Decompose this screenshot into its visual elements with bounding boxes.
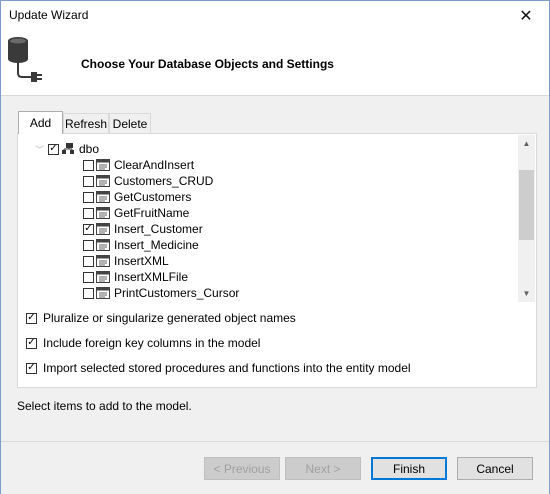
pluralize-label: Pluralize or singularize generated objec… xyxy=(43,311,296,325)
tree-item[interactable]: ClearAndInsert xyxy=(83,157,194,173)
stored-procedure-icon xyxy=(96,159,110,171)
item-checkbox[interactable] xyxy=(83,159,94,171)
tree-item[interactable]: ✓ Insert_Customer xyxy=(83,221,203,237)
previous-button[interactable]: < Previous xyxy=(204,457,280,480)
close-button[interactable]: ✕ xyxy=(503,1,549,31)
item-checkbox[interactable] xyxy=(83,175,94,187)
tree-item[interactable]: GetFruitName xyxy=(83,205,189,221)
object-tree: ﹀ ✓ dbo ClearAndInsert Customers_CRUD Ge… xyxy=(19,135,518,304)
stored-procedure-icon xyxy=(96,271,110,283)
tab-refresh[interactable]: Refresh xyxy=(63,113,109,133)
root-checkbox[interactable]: ✓ xyxy=(48,143,59,155)
title-bar: Update Wizard ✕ xyxy=(1,1,549,31)
finish-button[interactable]: Finish xyxy=(371,457,447,480)
tree-item[interactable]: InsertXML xyxy=(83,253,169,269)
foreign-key-checkbox[interactable]: ✓ xyxy=(26,337,37,349)
tree-item-label: InsertXMLFile xyxy=(114,270,189,284)
tree-item-label: Insert_Customer xyxy=(114,222,203,236)
stored-procedure-icon xyxy=(96,223,110,235)
import-procedures-label: Import selected stored procedures and fu… xyxy=(43,361,411,375)
foreign-key-option[interactable]: ✓ Include foreign key columns in the mod… xyxy=(26,334,260,352)
import-procedures-checkbox[interactable]: ✓ xyxy=(26,362,37,374)
tree-item-label: Customers_CRUD xyxy=(114,174,214,188)
pluralize-checkbox[interactable]: ✓ xyxy=(26,312,37,324)
stored-procedure-icon xyxy=(96,207,110,219)
tab-delete[interactable]: Delete xyxy=(109,113,151,133)
scroll-up-arrow-icon[interactable]: ▲ xyxy=(518,135,535,152)
tree-item[interactable]: GetCustomers xyxy=(83,189,191,205)
tab-add[interactable]: Add xyxy=(18,111,63,134)
tree-item-label: Insert_Medicine xyxy=(114,238,199,252)
stored-procedure-icon xyxy=(96,287,110,299)
page-title: Choose Your Database Objects and Setting… xyxy=(81,57,334,71)
tree-item-label: InsertXML xyxy=(114,254,169,268)
tree-item-label: GetFruitName xyxy=(114,206,190,220)
stored-procedure-icon xyxy=(96,191,110,203)
tree-root-label: dbo xyxy=(79,142,100,156)
schema-icon xyxy=(62,143,74,154)
item-checkbox[interactable] xyxy=(83,207,94,219)
import-procedures-option[interactable]: ✓ Import selected stored procedures and … xyxy=(26,359,411,377)
stored-procedure-icon xyxy=(96,239,110,251)
pluralize-option[interactable]: ✓ Pluralize or singularize generated obj… xyxy=(26,309,296,327)
item-checkbox[interactable] xyxy=(83,287,94,299)
scrollbar-thumb[interactable] xyxy=(519,170,534,240)
collapse-chevron-icon[interactable]: ﹀ xyxy=(35,143,44,156)
wizard-header: Choose Your Database Objects and Setting… xyxy=(1,31,549,95)
tree-item[interactable]: PrintCustomers_Cursor xyxy=(83,285,239,301)
wizard-footer: < Previous Next > Finish Cancel xyxy=(1,441,549,494)
scroll-down-arrow-icon[interactable]: ▼ xyxy=(518,285,535,302)
database-plug-icon xyxy=(8,37,42,82)
tree-item-label: PrintCustomers_Cursor xyxy=(114,286,240,300)
tree-item[interactable]: Insert_Medicine xyxy=(83,237,199,253)
tree-item[interactable]: Customers_CRUD xyxy=(83,173,213,189)
tree-item-label: ClearAndInsert xyxy=(114,158,195,172)
item-checkbox[interactable] xyxy=(83,239,94,251)
cancel-button[interactable]: Cancel xyxy=(457,457,533,480)
window-title: Update Wizard xyxy=(9,8,89,22)
add-tab-panel: ﹀ ✓ dbo ClearAndInsert Customers_CRUD Ge… xyxy=(17,133,537,388)
tree-item-label: GetCustomers xyxy=(114,190,192,204)
update-wizard-window: Update Wizard ✕ Choose Your Database Obj… xyxy=(0,0,550,494)
foreign-key-label: Include foreign key columns in the model xyxy=(43,336,261,350)
wizard-content: Add Refresh Delete ﹀ ✓ dbo ClearAndInser… xyxy=(1,95,549,441)
item-checkbox[interactable]: ✓ xyxy=(83,223,94,235)
item-checkbox[interactable] xyxy=(83,191,94,203)
item-checkbox[interactable] xyxy=(83,271,94,283)
tree-root-row[interactable]: ﹀ ✓ dbo xyxy=(35,141,100,157)
next-button[interactable]: Next > xyxy=(285,457,361,480)
tree-scrollbar[interactable]: ▲ ▼ xyxy=(518,135,535,302)
item-checkbox[interactable] xyxy=(83,255,94,267)
stored-procedure-icon xyxy=(96,175,110,187)
stored-procedure-icon xyxy=(96,255,110,267)
tree-item[interactable]: InsertXMLFile xyxy=(83,269,188,285)
status-text: Select items to add to the model. xyxy=(17,399,192,413)
